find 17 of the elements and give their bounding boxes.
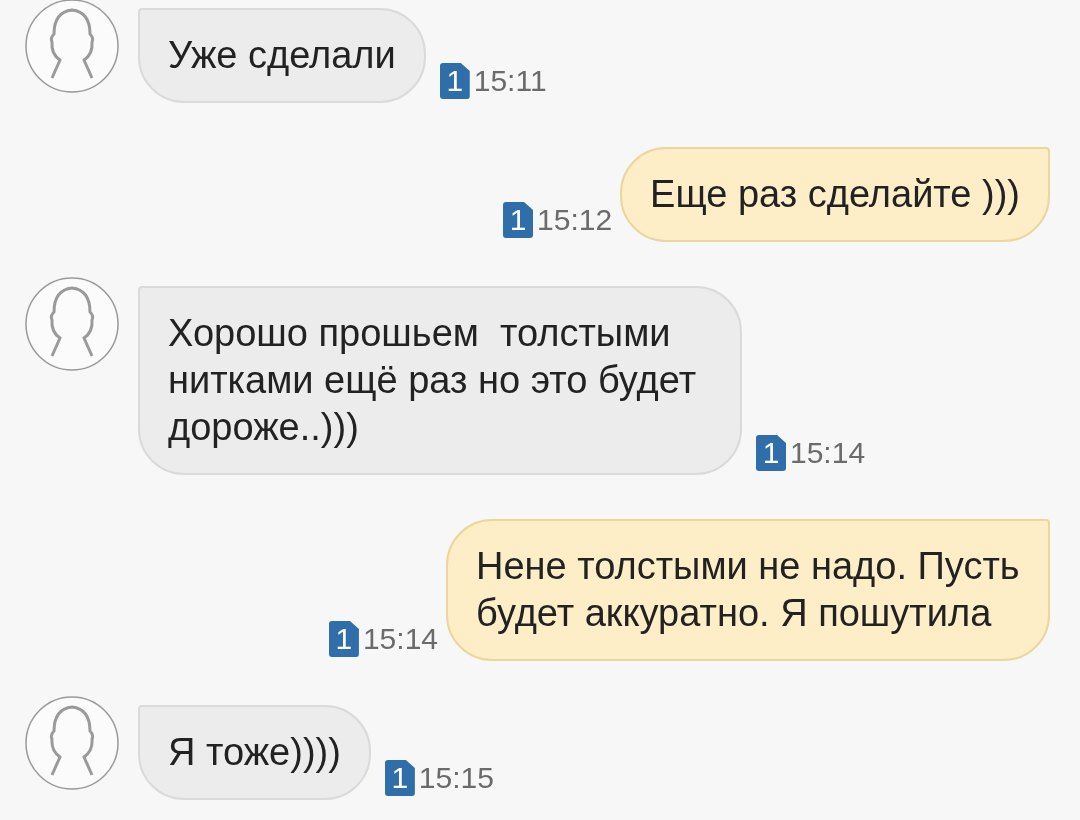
message-time: 15:11 [473,63,547,99]
message-bubble: Я тоже)))) [138,705,371,800]
sim-badge: 1 [503,202,533,238]
message-bubble: Уже сделали [138,8,426,103]
sim-badge: 1 [328,621,359,657]
avatar-icon [24,276,120,372]
sim-badge: 1 [756,435,786,471]
sim-badge: 1 [384,760,415,796]
message-bubble: Еще раз сделайте ))) [620,147,1050,242]
message-bubble: Хорошо прошьем толстыми нитками ещё раз но это будет дороже..))) [138,286,742,475]
avatar-icon [24,695,120,791]
message-time: 15:12 [537,202,613,238]
message-time: 15:14 [790,435,866,471]
message-bubble: Нене толстыми не надо. Пусть будет аккуратно. Я пошутила [446,519,1050,661]
message-time: 15:15 [418,760,494,796]
message-time: 15:14 [362,621,438,657]
sim-badge: 1 [439,63,470,99]
